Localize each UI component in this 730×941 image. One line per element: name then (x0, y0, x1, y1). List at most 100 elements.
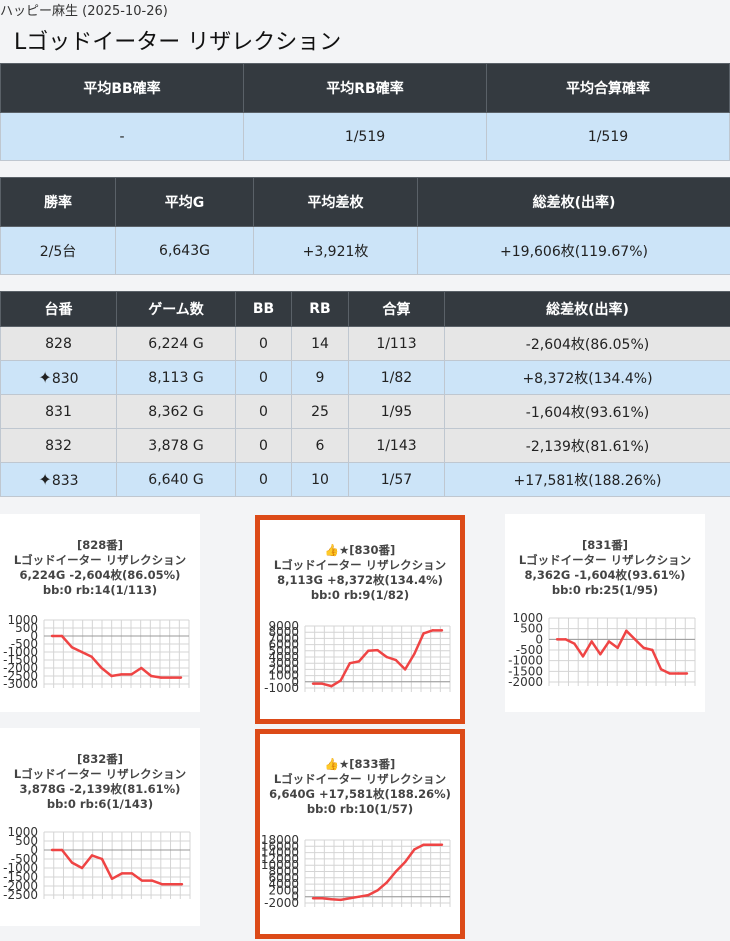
table-row[interactable]: ✦833 6,640 G 0 10 1/57 +17,581枚(188.26%) (0, 462, 730, 497)
game-count-header: ゲーム数 (116, 291, 236, 327)
data-point (100, 666, 103, 670)
data-point (642, 646, 645, 650)
table-row[interactable]: 828 6,224 G 0 14 1/113 -2,604枚(86.05%) (0, 326, 730, 361)
result-summary-table: 勝率 平均G 平均差枚 総差枚(出率) 2/5台 6,643G +3,921枚 … (0, 177, 730, 275)
avg-bb-prob-value: - (0, 112, 244, 161)
bb-count: 0 (235, 462, 292, 497)
line-chart-833: 1800016000140001200010000800060004000200… (261, 833, 451, 910)
avg-bb-prob-header: 平均BB確率 (0, 63, 244, 113)
combined-prob: 1/95 (348, 394, 445, 429)
y-tick-label: -1000 (264, 681, 299, 695)
data-point (422, 843, 425, 846)
data-point (50, 634, 54, 638)
data-point (50, 848, 54, 852)
data-point (150, 879, 154, 882)
data-point (80, 650, 83, 654)
machine-no: 831 (0, 394, 117, 429)
bb-header: BB (235, 291, 292, 327)
data-point (659, 668, 663, 671)
game-count: 8,113 G (116, 360, 236, 395)
sparkle-icon: ✦ (38, 368, 52, 387)
total-diff: +8,372枚(134.4%) (444, 360, 730, 395)
data-point (394, 658, 398, 662)
table-row[interactable]: 832 3,878 G 0 6 1/143 -2,139枚(81.61%) (0, 428, 730, 463)
total-diff-value: +19,606枚(119.67%) (417, 226, 730, 275)
data-point (581, 655, 585, 658)
data-point (70, 646, 74, 649)
machine-no: 830 (51, 371, 79, 387)
data-point (330, 684, 333, 688)
data-point (311, 897, 315, 900)
avg-diff-value: +3,921枚 (253, 226, 418, 275)
avg-games-header: 平均G (115, 177, 254, 227)
data-point (403, 860, 407, 864)
data-point (348, 662, 352, 665)
machine-chart-card-831[interactable]: [831番] Lゴッドイーター リザレクション 8,362G -1,604枚(9… (505, 514, 705, 712)
data-point (140, 666, 143, 670)
total-diff-header: 総差枚(出率) (417, 177, 730, 227)
data-point (394, 870, 398, 873)
series-line (52, 634, 181, 679)
data-point (311, 682, 315, 685)
machine-chart-card-832[interactable]: [832番] Lゴッドイーター リザレクション 3,878G -2,139枚(8… (0, 728, 200, 926)
data-point (440, 843, 444, 846)
rb-count: 10 (291, 462, 349, 497)
rb-count: 6 (291, 428, 349, 463)
data-point (677, 672, 680, 675)
data-point (160, 883, 164, 886)
data-point (180, 883, 184, 886)
data-point (150, 674, 153, 678)
rb-count: 25 (291, 394, 349, 429)
machine-chart-card-828[interactable]: [828番] Lゴッドイーター リザレクション 6,224G -2,604枚(8… (0, 514, 200, 712)
machine-no: 833 (51, 473, 79, 489)
data-point (607, 640, 611, 643)
table-row[interactable]: 831 8,362 G 0 25 1/95 -1,604枚(93.61%) (0, 394, 730, 429)
avg-games-value: 6,643G (115, 226, 254, 275)
data-point (130, 673, 133, 676)
bb-count: 0 (235, 394, 292, 429)
table-row[interactable]: ✦830 8,113 G 0 9 1/82 +8,372枚(134.4%) (0, 360, 730, 395)
data-point (179, 676, 183, 679)
machine-no: 828 (0, 326, 117, 361)
data-point (90, 854, 94, 857)
data-point (376, 889, 379, 892)
machine-no-cell: ✦830 (0, 360, 117, 395)
data-point (633, 638, 637, 641)
rb-header: RB (291, 291, 349, 327)
combined-prob: 1/82 (348, 360, 445, 395)
data-point (625, 629, 628, 632)
data-point (70, 861, 74, 864)
combined-prob: 1/57 (348, 462, 445, 497)
data-point (367, 649, 370, 652)
data-point (431, 843, 434, 846)
machine-chart-card-830[interactable]: 👍★[830番] Lゴッドイーター リザレクション 8,113G +8,372枚… (255, 515, 465, 724)
data-point (330, 898, 333, 901)
data-point (616, 646, 619, 650)
data-point (348, 897, 352, 900)
machine-chart-card-833[interactable]: 👍★[833番] Lゴッドイーター リザレクション 6,640G +17,581… (255, 729, 465, 939)
rb-count: 9 (291, 360, 349, 395)
data-point (60, 848, 64, 852)
total-diff: -1,604枚(93.61%) (444, 394, 730, 429)
data-point (159, 676, 163, 679)
data-point (385, 881, 388, 884)
total-diff: -2,139枚(81.61%) (444, 428, 730, 463)
data-point (339, 679, 342, 682)
win-rate-value: 2/5台 (0, 226, 116, 275)
y-tick-label: -2000 (264, 896, 299, 910)
combined-prob: 1/143 (348, 428, 445, 463)
avg-diff-header: 平均差枚 (253, 177, 418, 227)
game-count: 6,224 G (116, 326, 236, 361)
data-point (599, 653, 602, 656)
data-point (169, 676, 173, 679)
data-point (130, 872, 134, 875)
data-point (685, 672, 689, 675)
game-count: 3,878 G (116, 428, 236, 463)
combined-header: 合算 (348, 291, 445, 327)
y-tick-label: -2500 (3, 888, 38, 902)
page-title: Lゴッドイーター リザレクション (14, 30, 342, 55)
bb-count: 0 (235, 428, 292, 463)
data-point (339, 898, 342, 902)
machine-total-diff-header: 総差枚(出率) (444, 291, 730, 327)
y-tick-label: -3000 (3, 677, 38, 691)
